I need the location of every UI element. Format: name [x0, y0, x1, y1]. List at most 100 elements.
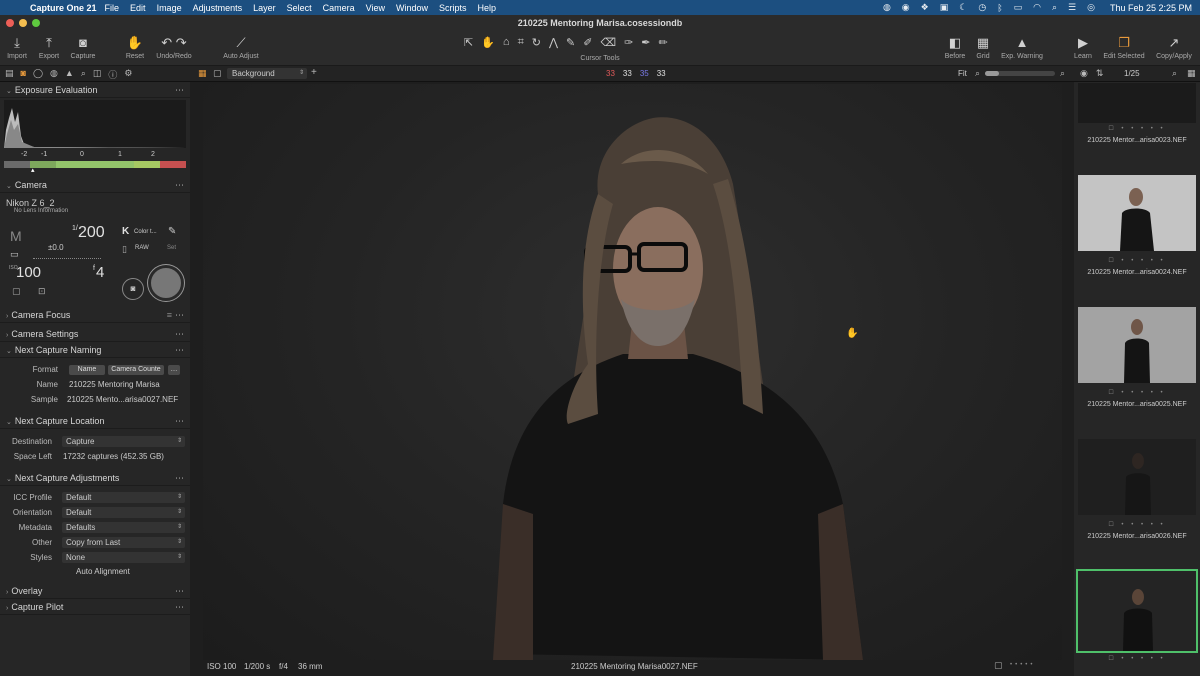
menu-layer[interactable]: Layer	[253, 3, 276, 13]
menu-select[interactable]: Select	[287, 3, 312, 13]
next-capture-adjustments-header[interactable]: ⌄ Next Capture Adjustments ⋯	[0, 471, 190, 486]
bluetooth-icon[interactable]: ᛒ	[997, 3, 1002, 13]
battery-icon[interactable]: ▭	[1014, 2, 1023, 13]
camera-model[interactable]: Nikon Z 6_2	[6, 198, 55, 208]
menu-adjustments[interactable]: Adjustments	[193, 3, 243, 13]
eraser-icon[interactable]: ⌫	[600, 36, 616, 49]
menu-view[interactable]: View	[366, 3, 385, 13]
menu-window[interactable]: Window	[396, 3, 428, 13]
tab-color-icon[interactable]: ◍	[50, 68, 58, 81]
list-icon[interactable]: ≡	[167, 308, 172, 323]
other-select[interactable]: Copy from Last ⇕	[62, 537, 185, 548]
more-icon[interactable]: ⋯	[175, 584, 184, 599]
browser-grid-icon[interactable]: ▦	[1187, 68, 1196, 79]
zoom-out-icon[interactable]: ⌕	[975, 68, 980, 79]
globe-icon[interactable]: ◍	[883, 2, 891, 13]
import-button[interactable]: ⤓ Import	[5, 33, 29, 60]
format-token-counter[interactable]: Camera Counte	[108, 365, 164, 375]
edit-selected-button[interactable]: ❐ Edit Selected	[1101, 33, 1147, 60]
heal-icon[interactable]: ✒	[641, 36, 650, 49]
camera-settings-header[interactable]: › Camera Settings ⋯	[0, 327, 190, 342]
wifi-icon[interactable]: ◠	[1033, 2, 1041, 13]
keystone-icon[interactable]: ⋀	[549, 36, 558, 49]
exp-warning-button[interactable]: ▲ Exp. Warning	[1000, 33, 1044, 60]
shutter-speed[interactable]: 200	[78, 224, 105, 242]
tab-lens-icon[interactable]: ◯	[33, 68, 43, 81]
more-icon[interactable]: ⋯	[175, 600, 184, 615]
tab-metadata-icon[interactable]: ⓘ	[108, 68, 117, 81]
control-center-icon[interactable]: ☰	[1068, 2, 1076, 13]
more-icon[interactable]: ⋯	[175, 308, 184, 323]
star-rating[interactable]: •••••	[1010, 662, 1036, 668]
thumbnail-0027-selected[interactable]	[1076, 569, 1198, 653]
menu-file[interactable]: File	[105, 3, 120, 13]
menu-image[interactable]: Image	[157, 3, 182, 13]
shutter-button[interactable]	[148, 265, 184, 301]
siri-icon[interactable]: ◎	[1087, 2, 1095, 13]
thumbnail-0024[interactable]	[1078, 175, 1196, 251]
main-photo[interactable]: ✋	[203, 84, 1062, 660]
thumb-rating[interactable]: ☐ • • • • •	[1074, 521, 1200, 528]
grid-button[interactable]: ▦ Grid	[972, 33, 994, 60]
layers-grid-icon[interactable]: ▦	[198, 68, 207, 79]
auto-adjust-button[interactable]: ⟋ Auto Adjust	[220, 33, 262, 60]
menu-help[interactable]: Help	[478, 3, 497, 13]
color-temp[interactable]: Color t...	[134, 229, 157, 235]
metadata-select[interactable]: Defaults ⇕	[62, 522, 185, 533]
styles-select[interactable]: None ⇕	[62, 552, 185, 563]
eyedropper-icon[interactable]: ✎	[168, 226, 176, 237]
orientation-select[interactable]: Default ⇕	[62, 507, 185, 518]
brush-icon[interactable]: ✎	[566, 36, 575, 49]
icc-profile-select[interactable]: Default ⇕	[62, 492, 185, 503]
zoom-slider[interactable]	[985, 71, 1055, 76]
raw-format[interactable]: RAW	[135, 245, 149, 251]
cast-icon[interactable]: ◉	[902, 2, 910, 13]
camera-header[interactable]: ⌄ Camera ⋯	[0, 178, 190, 193]
more-icon[interactable]: ⋯	[175, 83, 184, 98]
select-cursor-icon[interactable]: ⇱	[464, 36, 473, 49]
copy-apply-button[interactable]: ↗ Copy/Apply	[1154, 33, 1194, 60]
layer-select[interactable]: Background ⇕	[227, 68, 307, 79]
image-viewer[interactable]: ✋ ISO 100 1/200 s f/4 36 mm 210225 Mento…	[190, 82, 1074, 676]
thumbnail-0023[interactable]	[1078, 83, 1196, 123]
more-icon[interactable]: ⋯	[175, 178, 184, 193]
moon-icon[interactable]: ☾	[959, 2, 967, 13]
name-field[interactable]: 210225 Mentoring Marisa	[69, 380, 160, 389]
menu-camera[interactable]: Camera	[323, 3, 355, 13]
next-capture-naming-header[interactable]: ⌄ Next Capture Naming ⋯	[0, 343, 190, 358]
spotlight-icon[interactable]: ⌕	[1052, 2, 1057, 13]
thumb-rating[interactable]: ☐ • • • • •	[1074, 257, 1200, 264]
frame-icon[interactable]: ▢	[12, 286, 21, 297]
crop-icon[interactable]: ⌗	[518, 36, 524, 49]
rotate-icon[interactable]: ↻	[532, 36, 541, 49]
thumbnail-0025[interactable]	[1078, 307, 1196, 383]
next-capture-location-header[interactable]: ⌄ Next Capture Location ⋯	[0, 414, 190, 429]
more-icon[interactable]: ⋯	[175, 471, 184, 486]
destination-select[interactable]: Capture ⇕	[62, 436, 185, 447]
zoom-in-icon[interactable]: ⌕	[1060, 68, 1065, 79]
thumbnail-0026[interactable]	[1078, 439, 1196, 515]
dropbox-icon[interactable]: ❖	[921, 2, 929, 13]
tab-capture-icon[interactable]: ◙	[21, 68, 26, 81]
more-icon[interactable]: ⋯	[175, 343, 184, 358]
aperture-value[interactable]: 4	[96, 264, 104, 281]
annotate-icon[interactable]: ✏	[658, 36, 667, 49]
exposure-comp[interactable]: ±0.0	[48, 243, 64, 252]
camera-focus-header[interactable]: › Camera Focus ≡ ⋯	[0, 308, 190, 323]
format-more-button[interactable]: …	[168, 365, 180, 375]
mask-icon[interactable]: ▢	[213, 68, 222, 79]
picker-icon[interactable]: ✑	[624, 36, 633, 49]
tab-output-icon[interactable]: ⚙	[124, 68, 132, 81]
menubar-clock[interactable]: Thu Feb 25 2:25 PM	[1110, 3, 1192, 13]
before-button[interactable]: ◧ Before	[942, 33, 968, 60]
auto-alignment-button[interactable]: Auto Alignment	[76, 567, 130, 576]
set-button[interactable]: Set	[167, 245, 176, 251]
tab-adjustments-icon[interactable]: ◫	[93, 68, 102, 81]
monitor-icon[interactable]: ▣	[940, 2, 949, 13]
zoom-fit-label[interactable]: Fit	[958, 69, 967, 78]
undo-redo-button[interactable]: ↶ ↷ Undo/Redo	[154, 33, 194, 60]
tab-details-icon[interactable]: ⌕	[81, 68, 86, 81]
format-token-name[interactable]: Name	[69, 365, 105, 375]
metering-icon[interactable]: ⊡	[38, 286, 46, 297]
select-checkbox[interactable]: ▢	[994, 660, 1003, 671]
